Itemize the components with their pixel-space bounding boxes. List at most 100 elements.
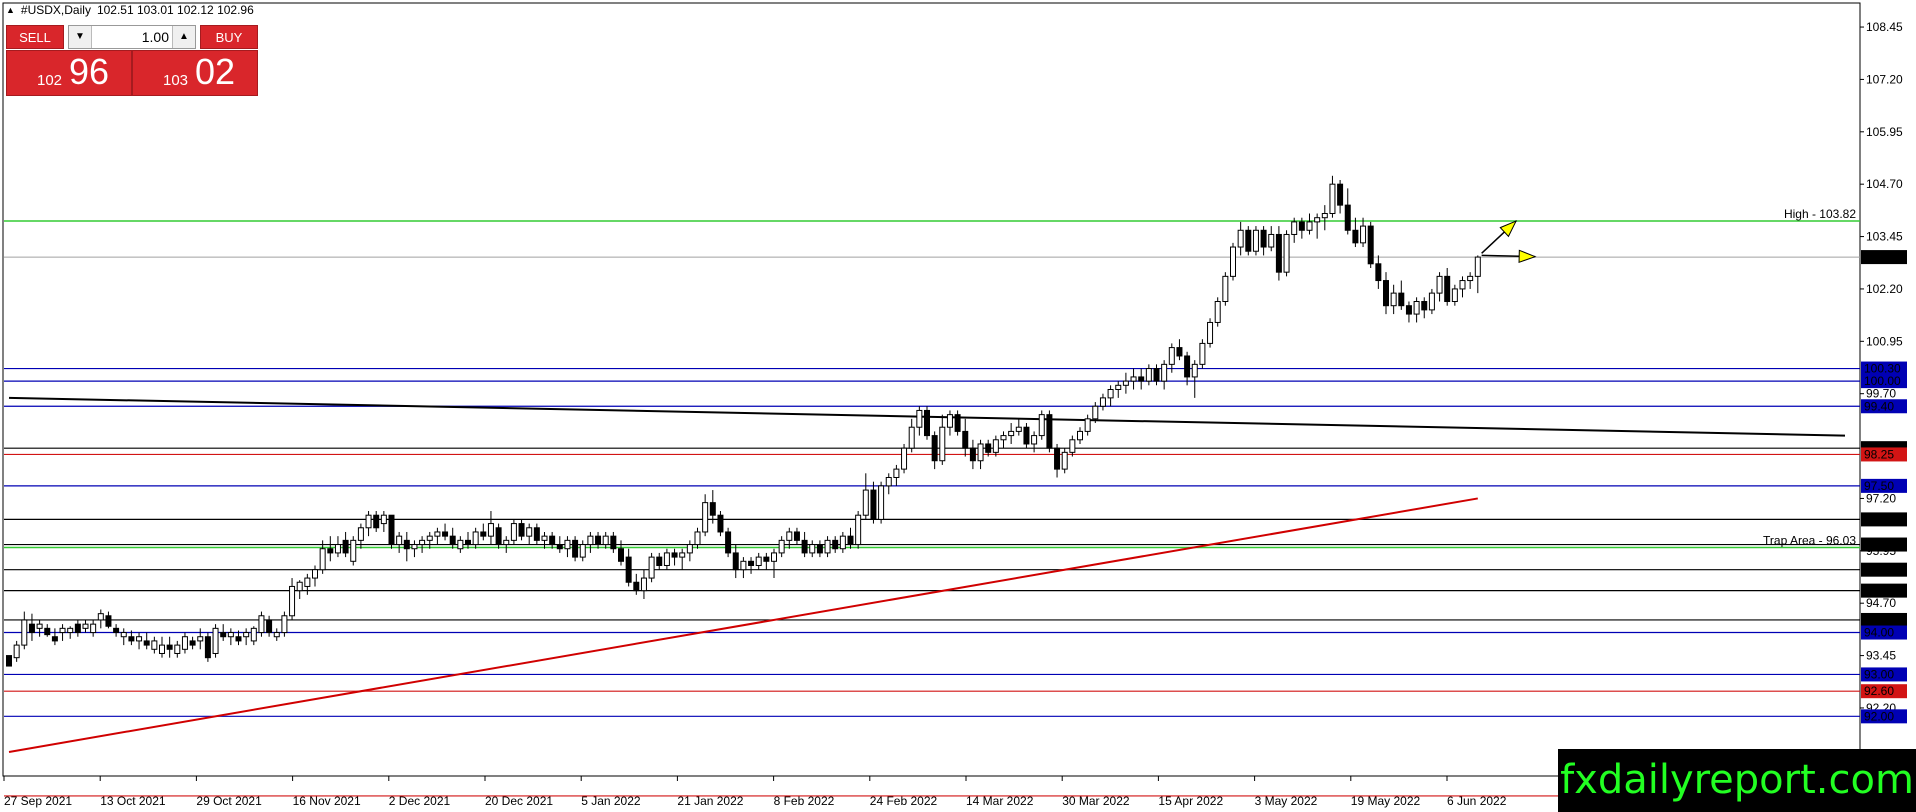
candle-body bbox=[717, 514, 724, 533]
y-tick-label: 103.45 bbox=[1866, 230, 1903, 244]
candle-body bbox=[1168, 347, 1175, 365]
candle-body bbox=[1199, 342, 1206, 365]
candle-body bbox=[1275, 233, 1282, 273]
candle-body bbox=[962, 430, 969, 449]
level-price-tag-text: 100.00 bbox=[1864, 374, 1901, 388]
candle-body bbox=[1092, 405, 1099, 420]
candle-body bbox=[618, 548, 624, 562]
candle-body bbox=[166, 644, 173, 650]
x-axis: 27 Sep 2021 13 Oct 2021 29 Oct 2021 16 Nov … bbox=[3, 776, 1507, 808]
candle-body bbox=[755, 556, 762, 566]
x-tick-label: 27 Sep 2021 bbox=[4, 794, 72, 808]
candle-body bbox=[893, 468, 900, 478]
candle-body bbox=[327, 548, 334, 554]
candle-body bbox=[266, 619, 273, 634]
candle-body bbox=[656, 556, 663, 566]
candle-body bbox=[396, 535, 403, 546]
candle-body bbox=[1298, 221, 1305, 231]
candle-body bbox=[1038, 414, 1045, 437]
candle-body bbox=[1360, 225, 1367, 244]
candle-body bbox=[526, 527, 533, 537]
buy-price-box[interactable]: 103 02 bbox=[132, 50, 258, 96]
candle-body bbox=[924, 409, 930, 437]
candle-body bbox=[1015, 426, 1022, 432]
candle-body bbox=[1421, 301, 1428, 311]
candle-body bbox=[74, 623, 81, 634]
candle-body bbox=[6, 655, 12, 667]
candle-body bbox=[44, 627, 51, 636]
candle-body bbox=[878, 485, 885, 520]
candle-body bbox=[702, 502, 709, 533]
x-tick-label: 5 Jan 2022 bbox=[581, 794, 641, 808]
x-tick-label: 3 May 2022 bbox=[1255, 794, 1318, 808]
candle-body bbox=[312, 569, 318, 579]
level-label: Trap Area - 96.03 bbox=[1763, 533, 1856, 547]
candle-body bbox=[457, 539, 464, 550]
current-price-tag-text: 102.96 bbox=[1864, 250, 1901, 264]
candle-body bbox=[28, 623, 35, 634]
candle-body bbox=[977, 443, 984, 462]
candle-body bbox=[1390, 292, 1397, 307]
lot-size-field[interactable]: ▼ 1.00 ▲ bbox=[68, 25, 196, 49]
x-tick-label: 21 Jan 2022 bbox=[677, 794, 743, 808]
candle-body bbox=[549, 535, 556, 546]
candle-body bbox=[1008, 430, 1015, 437]
lot-increase-icon[interactable]: ▲ bbox=[172, 26, 195, 48]
candle-body bbox=[763, 556, 770, 562]
candle-body bbox=[1107, 389, 1114, 399]
candle-body bbox=[1031, 435, 1038, 445]
y-tick-label: 108.45 bbox=[1866, 20, 1903, 34]
candle-body bbox=[1268, 233, 1275, 248]
candle-body bbox=[1054, 447, 1061, 470]
buy-button[interactable]: BUY bbox=[200, 25, 258, 49]
candle-body bbox=[36, 623, 43, 629]
candle-body bbox=[916, 409, 923, 428]
candle-body bbox=[51, 636, 58, 642]
candle-body bbox=[1161, 363, 1168, 382]
candle-body bbox=[120, 632, 127, 638]
candle-body bbox=[1230, 246, 1236, 277]
candle-body bbox=[771, 552, 777, 562]
candle-body bbox=[985, 443, 992, 453]
x-tick-label: 19 May 2022 bbox=[1351, 794, 1421, 808]
price-chart[interactable]: High - 103.82 Trap Area - 96.03 108.45 107… bbox=[0, 0, 1916, 812]
candle-body bbox=[480, 531, 487, 537]
candle-body bbox=[901, 447, 908, 470]
candle-body bbox=[342, 539, 349, 554]
candle-body bbox=[1145, 368, 1152, 382]
candle-body bbox=[969, 447, 976, 462]
lot-size-input[interactable]: 1.00 bbox=[93, 26, 171, 48]
buy-price-prefix: 103 bbox=[163, 72, 189, 89]
candle-body bbox=[487, 523, 494, 537]
lot-decrease-icon[interactable]: ▼ bbox=[69, 26, 92, 48]
candle-body bbox=[725, 531, 732, 554]
candle-body bbox=[220, 632, 227, 638]
candle-body bbox=[847, 535, 854, 546]
candle-body bbox=[625, 556, 632, 583]
candle-body bbox=[380, 514, 387, 525]
candle-body bbox=[189, 640, 196, 646]
candle-body bbox=[587, 535, 594, 546]
x-tick-label: 14 Mar 2022 bbox=[966, 794, 1034, 808]
candle-body bbox=[434, 531, 441, 537]
level-price-tag-text: 97.50 bbox=[1864, 479, 1894, 493]
candle-body bbox=[304, 577, 311, 587]
candle-body bbox=[1176, 347, 1183, 357]
candle-body bbox=[365, 514, 372, 529]
candle-body bbox=[839, 535, 846, 550]
x-tick-label: 30 Mar 2022 bbox=[1062, 794, 1130, 808]
candle-body bbox=[273, 632, 280, 638]
collapse-triangle-icon[interactable]: ▲ bbox=[6, 5, 15, 15]
level-price-tag-text: 92.60 bbox=[1864, 684, 1894, 698]
candle-body bbox=[931, 435, 938, 462]
level-price-tag-text: 99.40 bbox=[1864, 399, 1894, 413]
candle-body bbox=[174, 644, 181, 654]
candle-body bbox=[1467, 275, 1474, 282]
watermark-logo: fxdailyreport.com bbox=[1558, 749, 1916, 812]
candle-body bbox=[1352, 229, 1359, 244]
x-tick-label: 24 Feb 2022 bbox=[870, 794, 938, 808]
candle-body bbox=[1344, 204, 1351, 231]
sell-price-box[interactable]: 102 96 bbox=[6, 50, 132, 96]
sell-button[interactable]: SELL bbox=[6, 25, 64, 49]
candle-body bbox=[939, 426, 946, 462]
